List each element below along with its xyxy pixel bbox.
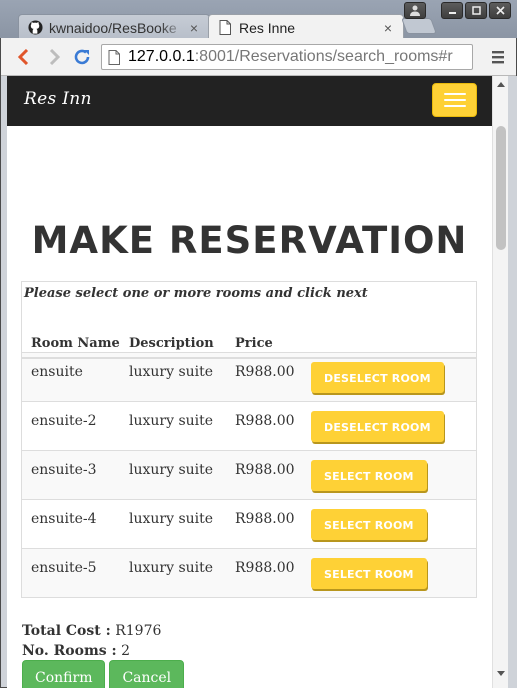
deselect-room-button[interactable]: DESELECT ROOM	[311, 411, 444, 442]
room-count-line: No. Rooms : 2	[22, 641, 161, 661]
room-name: ensuite-5	[31, 560, 97, 576]
site-navbar: Res Inn	[7, 76, 492, 126]
column-header-room-name: Room Name	[31, 335, 120, 351]
page-viewport: Res Inn MAKE RESERVATION Please select o…	[7, 76, 492, 688]
new-tab-button[interactable]	[401, 18, 437, 34]
room-price: R988.00	[235, 560, 295, 576]
url-path: :8001/Reservations/search_rooms#r	[194, 48, 453, 65]
url-host: 127.0.0.1	[128, 48, 195, 65]
hamburger-menu-button[interactable]	[432, 83, 477, 117]
scrollbar-thumb[interactable]	[496, 126, 506, 250]
brand-logo[interactable]: Res Inn	[24, 89, 92, 109]
room-description: luxury suite	[129, 462, 214, 478]
room-description: luxury suite	[129, 413, 214, 429]
page-icon	[217, 20, 233, 36]
reservation-summary: Total Cost : R1976 No. Rooms : 2	[22, 621, 161, 661]
table-row: ensuite-4 luxury suite R988.00 SELECT RO…	[22, 499, 476, 548]
column-header-price: Price	[235, 335, 273, 351]
room-price: R988.00	[235, 413, 295, 429]
deselect-room-button[interactable]: DESELECT ROOM	[311, 362, 444, 393]
minimize-icon[interactable]	[441, 2, 463, 19]
room-price: R988.00	[235, 462, 295, 478]
room-name: ensuite-3	[31, 462, 97, 478]
table-body: ensuite luxury suite R988.00 DESELECT RO…	[22, 352, 476, 597]
tab-res-inn[interactable]: Res Inne ×	[208, 14, 404, 40]
hamburger-bar	[443, 105, 466, 107]
menu-icon[interactable]	[490, 49, 506, 65]
confirm-button[interactable]: Confirm	[22, 660, 106, 688]
tab-title: kwnaidoo/ResBooke	[49, 19, 177, 36]
rooms-table: Please select one or more rooms and clic…	[21, 281, 477, 598]
table-row: ensuite-5 luxury suite R988.00 SELECT RO…	[22, 548, 476, 597]
forward-icon[interactable]	[43, 46, 65, 68]
table-row: ensuite luxury suite R988.00 DESELECT RO…	[22, 352, 476, 401]
page-icon	[108, 49, 120, 65]
browser-toolbar: 127.0.0.1:8001/Reservations/search_rooms…	[1, 38, 516, 76]
select-room-button[interactable]: SELECT ROOM	[311, 509, 427, 540]
hamburger-bar	[443, 99, 466, 101]
room-name: ensuite-2	[31, 413, 97, 429]
form-actions: Confirm Cancel	[22, 660, 185, 688]
page-title: MAKE RESERVATION	[31, 219, 468, 262]
room-count-label: No. Rooms :	[22, 643, 117, 659]
table-row: ensuite-2 luxury suite R988.00 DESELECT …	[22, 401, 476, 450]
tab-title: Res Inne	[239, 19, 296, 36]
select-room-button[interactable]: SELECT ROOM	[311, 460, 427, 491]
room-name: ensuite-4	[31, 511, 97, 527]
tab-bar: kwnaidoo/ResBooke × Res Inne ×	[0, 0, 517, 40]
scroll-up-arrow-icon[interactable]	[497, 82, 505, 87]
room-description: luxury suite	[129, 511, 214, 527]
back-icon[interactable]	[13, 46, 35, 68]
address-bar[interactable]: 127.0.0.1:8001/Reservations/search_rooms…	[101, 44, 473, 70]
table-row: ensuite-3 luxury suite R988.00 SELECT RO…	[22, 450, 476, 499]
total-cost-line: Total Cost : R1976	[22, 621, 161, 641]
table-header: Room Name Description Price	[22, 329, 476, 359]
vertical-scrollbar[interactable]	[492, 76, 508, 688]
total-cost-value: R1976	[115, 623, 162, 639]
profile-icon[interactable]	[404, 2, 426, 19]
room-count-value: 2	[121, 643, 131, 659]
cancel-button[interactable]: Cancel	[109, 660, 185, 688]
room-description: luxury suite	[129, 560, 214, 576]
tab-github[interactable]: kwnaidoo/ResBooke ×	[18, 14, 210, 40]
maximize-icon[interactable]	[465, 2, 487, 19]
room-price: R988.00	[235, 511, 295, 527]
select-room-button[interactable]: SELECT ROOM	[311, 558, 427, 589]
hamburger-bar	[443, 93, 466, 95]
github-icon	[27, 20, 43, 36]
window-border	[508, 76, 517, 688]
tab-close-icon[interactable]: ×	[381, 20, 395, 36]
close-window-icon[interactable]	[489, 2, 511, 19]
scroll-down-arrow-icon[interactable]	[497, 671, 505, 676]
column-header-description: Description	[129, 335, 214, 351]
total-cost-label: Total Cost :	[22, 623, 111, 639]
tab-close-icon[interactable]: ×	[187, 20, 201, 36]
reload-icon[interactable]	[71, 46, 93, 68]
